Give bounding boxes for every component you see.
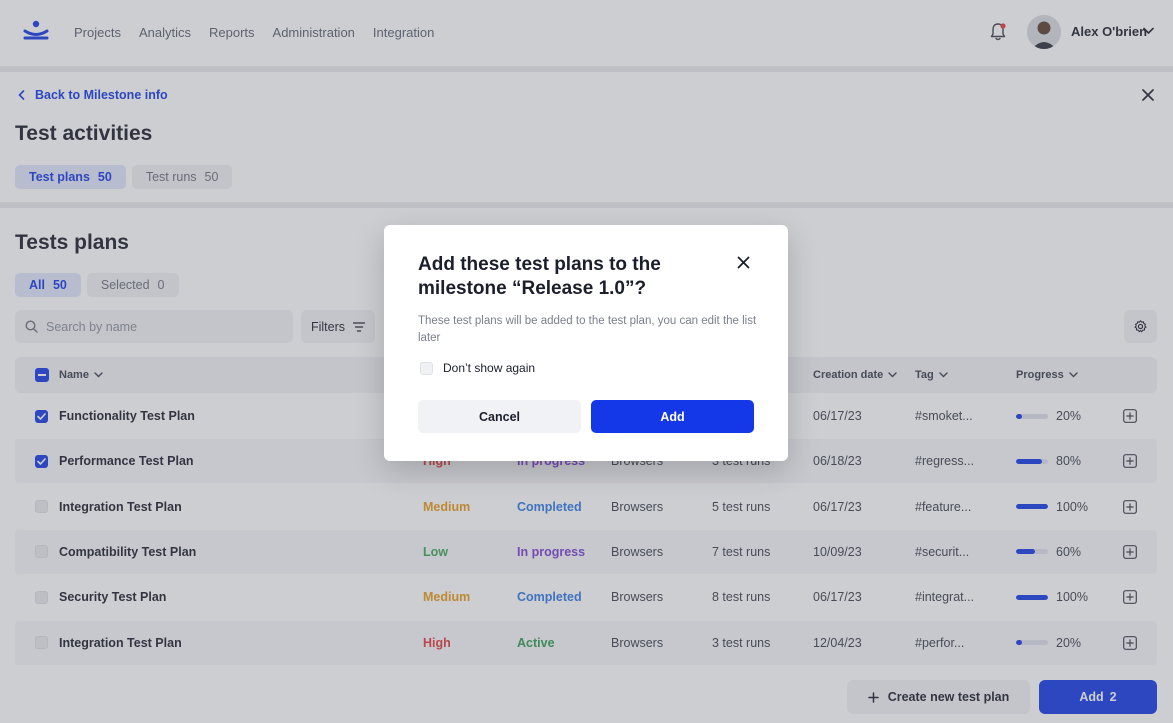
- confirm-add-button[interactable]: Add: [591, 400, 754, 433]
- checkbox-label: Don’t show again: [443, 361, 536, 375]
- confirm-dialog: Add these test plans to the milestone “R…: [384, 225, 788, 461]
- cancel-button[interactable]: Cancel: [418, 400, 581, 433]
- checkbox-box[interactable]: [420, 361, 433, 375]
- dialog-description: These test plans will be added to the te…: [418, 315, 757, 344]
- dialog-title: Add these test plans to the milestone “R…: [418, 254, 661, 299]
- close-icon[interactable]: [737, 256, 750, 269]
- dont-show-again-checkbox[interactable]: Don’t show again: [420, 361, 535, 375]
